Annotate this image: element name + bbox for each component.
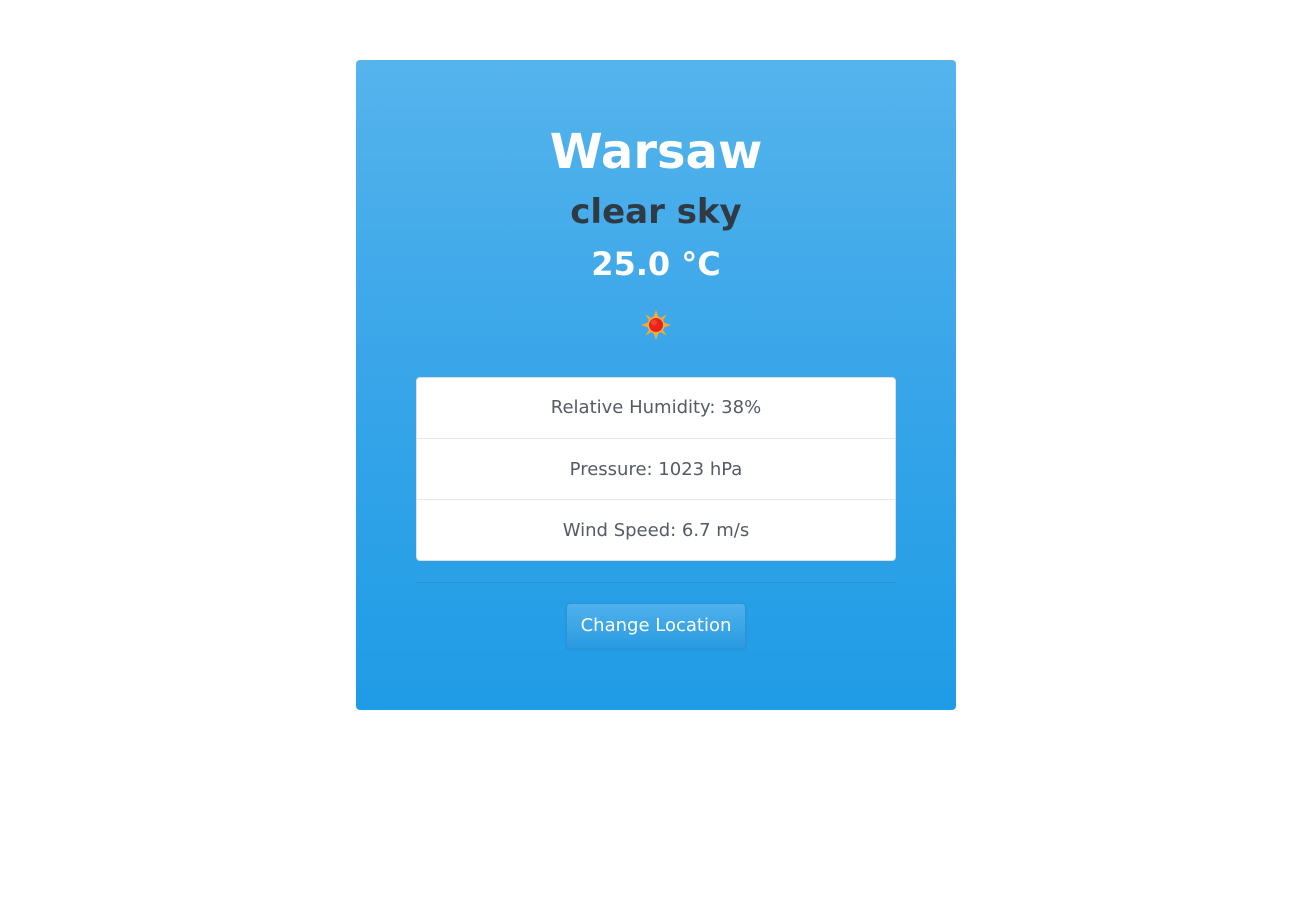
wind-speed-item: Wind Speed: 6.7 m/s [417,499,895,560]
weather-details-list: Relative Humidity: 38% Pressure: 1023 hP… [416,377,896,561]
humidity-item: Relative Humidity: 38% [550,397,762,418]
sun-icon [640,309,672,341]
weather-description: clear sky [570,192,742,232]
change-location-button[interactable]: Change Location [566,603,746,649]
temperature: 25.0 °C [591,245,721,283]
weather-card: Warsaw clear sky 25.0 °C Relative Humidi… [356,60,956,710]
divider [416,582,896,583]
city-name: Warsaw [549,124,763,180]
pressure-item: Pressure: 1023 hPa [417,438,895,499]
